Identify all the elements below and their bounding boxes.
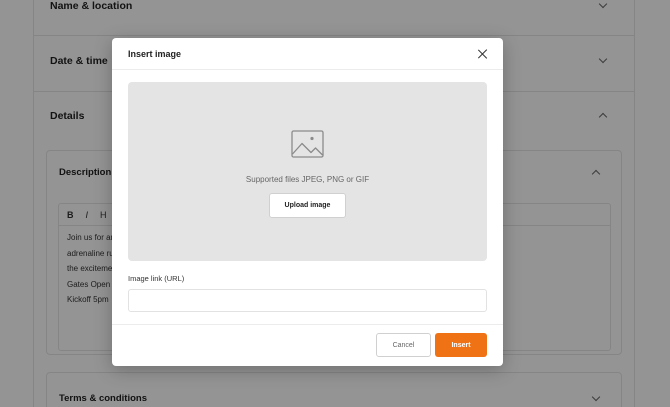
insert-image-dialog: Insert image Supported files JPEG, PNG o… xyxy=(112,38,503,366)
dialog-header: Insert image xyxy=(112,38,503,70)
close-icon[interactable] xyxy=(476,47,490,61)
supported-files-text: Supported files JPEG, PNG or GIF xyxy=(245,175,370,184)
image-dropzone[interactable]: Supported files JPEG, PNG or GIF Upload … xyxy=(128,82,487,261)
image-icon xyxy=(291,130,324,158)
image-url-input[interactable] xyxy=(128,289,487,312)
dialog-footer-divider xyxy=(112,324,503,325)
dialog-title: Insert image xyxy=(128,49,182,59)
image-url-label: Image link (URL) xyxy=(128,274,185,283)
cancel-button[interactable]: Cancel xyxy=(376,333,431,357)
upload-image-button[interactable]: Upload image xyxy=(269,193,346,218)
insert-button[interactable]: Insert xyxy=(435,333,487,357)
